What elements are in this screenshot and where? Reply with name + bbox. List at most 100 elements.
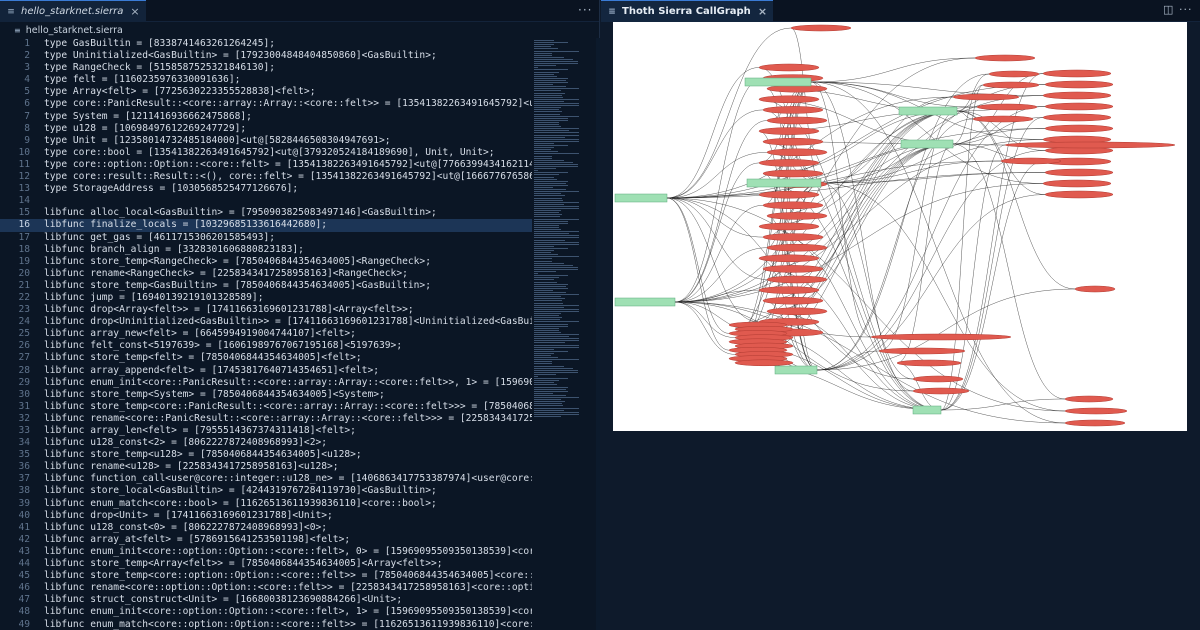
callgraph-node-function[interactable] xyxy=(614,297,676,307)
callgraph-node-libfunc[interactable] xyxy=(758,63,820,72)
callgraph-node-libfunc[interactable] xyxy=(762,137,824,146)
callgraph-node-function[interactable] xyxy=(614,193,668,203)
callgraph-node-libfunc[interactable] xyxy=(758,159,820,167)
callgraph-node-libfunc[interactable] xyxy=(766,275,828,284)
callgraph-node-function[interactable] xyxy=(774,365,818,375)
callgraph-node-function[interactable] xyxy=(900,139,954,149)
code-line[interactable]: 1 type GasBuiltin = [8338741463261264245]… xyxy=(0,38,532,50)
breadcrumb[interactable]: ≡ hello_starknet.sierra xyxy=(0,22,599,38)
callgraph-node-libfunc[interactable] xyxy=(1064,419,1126,427)
callgraph-node-libfunc[interactable] xyxy=(1000,157,1062,165)
callgraph-node-function[interactable] xyxy=(744,77,812,87)
code-line[interactable]: 32 libfunc rename<core::PanicResult::<cor… xyxy=(0,413,532,425)
code-line[interactable]: 45 libfunc store_temp<core::option::Optio… xyxy=(0,570,532,582)
callgraph-node-libfunc[interactable] xyxy=(1044,190,1114,199)
callgraph-node-libfunc[interactable] xyxy=(758,222,820,231)
code-line[interactable]: 38 libfunc store_local<GasBuiltin> = [424… xyxy=(0,485,532,497)
minimap[interactable] xyxy=(534,38,596,418)
code-editor[interactable]: 1 type GasBuiltin = [8338741463261264245]… xyxy=(0,38,532,630)
callgraph-node-libfunc[interactable] xyxy=(988,70,1040,78)
callgraph-node-libfunc[interactable] xyxy=(1042,179,1112,188)
callgraph-node-libfunc[interactable] xyxy=(870,333,1012,341)
callgraph-node-libfunc[interactable] xyxy=(1044,168,1114,177)
callgraph-node-libfunc[interactable] xyxy=(762,296,824,305)
callgraph-node-libfunc[interactable] xyxy=(982,81,1040,89)
callgraph-node-libfunc[interactable] xyxy=(758,286,820,294)
callgraph-node-libfunc[interactable] xyxy=(1064,407,1128,415)
callgraph-node-libfunc[interactable] xyxy=(1042,91,1112,100)
code-line[interactable]: 26 libfunc felt_const<5197639> = [1606198… xyxy=(0,340,532,352)
code-line[interactable]: 24 libfunc drop<Uninitialized<GasBuiltin>… xyxy=(0,316,532,328)
callgraph-node-libfunc[interactable] xyxy=(758,95,820,104)
code-line[interactable]: 46 libfunc rename<core::option::Option::<… xyxy=(0,582,532,594)
callgraph-node-libfunc[interactable] xyxy=(952,93,1020,101)
code-line[interactable]: 2 type Uninitialized<GasBuiltin> = [17923… xyxy=(0,50,532,62)
code-line[interactable]: 48 libfunc enum_init<core::option::Option… xyxy=(0,606,532,618)
callgraph-node-function[interactable] xyxy=(898,106,958,116)
callgraph-node-libfunc[interactable] xyxy=(878,347,966,355)
code-line[interactable]: 19 libfunc store_temp<RangeCheck> = [7850… xyxy=(0,256,532,268)
code-line[interactable]: 33 libfunc array_len<felt> = [79555143673… xyxy=(0,425,532,437)
code-line[interactable]: 7 type System = [1211416936662475868]; xyxy=(0,111,532,123)
callgraph-node-libfunc[interactable] xyxy=(974,54,1036,62)
callgraph-node-libfunc[interactable] xyxy=(758,254,820,263)
callgraph-node-libfunc[interactable] xyxy=(912,387,970,395)
callgraph-node-libfunc[interactable] xyxy=(734,359,794,367)
code-line[interactable]: 40 libfunc drop<Unit> = [1741166316960123… xyxy=(0,510,532,522)
code-line[interactable]: 31 libfunc store_temp<core::PanicResult::… xyxy=(0,401,532,413)
code-line[interactable]: 5 type Array<felt> = [7725630223355528838… xyxy=(0,86,532,98)
code-line[interactable]: 9 type Unit = [12358014732485184000]<ut@[… xyxy=(0,135,532,147)
callgraph-node-libfunc[interactable] xyxy=(766,116,828,125)
callgraph-node-libfunc[interactable] xyxy=(1064,395,1114,403)
code-line[interactable]: 47 libfunc struct_construct<Unit> = [1668… xyxy=(0,594,532,606)
code-line[interactable]: 41 libfunc u128_const<0> = [8062227872408… xyxy=(0,522,532,534)
callgraph-node-libfunc[interactable] xyxy=(758,127,820,135)
callgraph-node-libfunc[interactable] xyxy=(1044,124,1114,133)
code-line[interactable]: 8 type u128 = [10698497612269247729]; xyxy=(0,123,532,135)
callgraph-node-libfunc[interactable] xyxy=(1044,102,1114,111)
callgraph-node-libfunc[interactable] xyxy=(912,375,964,383)
code-line[interactable]: 35 libfunc store_temp<u128> = [7850406844… xyxy=(0,449,532,461)
code-line[interactable]: 34 libfunc u128_const<2> = [8062227872408… xyxy=(0,437,532,449)
code-line[interactable]: 22 libfunc jump = [16940139219101328589]; xyxy=(0,292,532,304)
tab-callgraph[interactable]: ≡ Thoth Sierra CallGraph × xyxy=(601,0,774,22)
callgraph-node-libfunc[interactable] xyxy=(1044,80,1114,89)
callgraph-node-libfunc[interactable] xyxy=(762,265,824,273)
code-line[interactable]: 28 libfunc array_append<felt> = [17453817… xyxy=(0,365,532,377)
code-line[interactable]: 14 xyxy=(0,195,532,207)
more-actions-icon[interactable]: ··· xyxy=(1179,3,1193,16)
code-line[interactable]: 16 libfunc finalize_locals = [10329685133… xyxy=(0,219,532,232)
callgraph-node-libfunc[interactable] xyxy=(976,103,1038,111)
callgraph-node-libfunc[interactable] xyxy=(766,148,828,157)
code-line[interactable]: 6 type core::PanicResult::<core::array::A… xyxy=(0,98,532,110)
callgraph-node-libfunc[interactable] xyxy=(762,169,824,178)
code-line[interactable]: 49 libfunc enum_match<core::option::Optio… xyxy=(0,619,532,630)
callgraph-node-libfunc[interactable] xyxy=(1042,69,1112,78)
close-icon[interactable]: × xyxy=(130,5,139,18)
code-line[interactable]: 10 type core::bool = [1354138226349164579… xyxy=(0,147,532,159)
callgraph-node-libfunc[interactable] xyxy=(762,201,824,210)
callgraph-canvas[interactable] xyxy=(613,22,1187,431)
code-line[interactable]: 23 libfunc drop<Array<felt>> = [174116631… xyxy=(0,304,532,316)
code-line[interactable]: 12 type core::result::Result::<(), core::… xyxy=(0,171,532,183)
code-line[interactable]: 13 type StorageAddress = [103056852547712… xyxy=(0,183,532,195)
vertical-scrollbar[interactable] xyxy=(596,38,600,630)
callgraph-node-libfunc[interactable] xyxy=(1004,141,1176,149)
callgraph-node-libfunc[interactable] xyxy=(766,243,828,252)
callgraph-node-libfunc[interactable] xyxy=(972,115,1034,123)
callgraph-node-libfunc[interactable] xyxy=(762,233,824,241)
breadcrumb-file[interactable]: hello_starknet.sierra xyxy=(26,25,123,36)
split-editor-icon[interactable]: ◫ xyxy=(1163,3,1173,16)
code-line[interactable]: 17 libfunc get_gas = [4611715306201585493… xyxy=(0,232,532,244)
callgraph-node-function[interactable] xyxy=(912,405,942,415)
code-line[interactable]: 25 libfunc array_new<felt> = [66459949190… xyxy=(0,328,532,340)
code-line[interactable]: 27 libfunc store_temp<felt> = [7850406844… xyxy=(0,352,532,364)
code-line[interactable]: 11 type core::option::Option::<core::felt… xyxy=(0,159,532,171)
tab-hello-starknet[interactable]: ≡ hello_starknet.sierra × xyxy=(0,0,146,22)
code-line[interactable]: 20 libfunc rename<RangeCheck> = [22583434… xyxy=(0,268,532,280)
callgraph-node-libfunc[interactable] xyxy=(790,24,852,32)
code-line[interactable]: 21 libfunc store_temp<GasBuiltin> = [7850… xyxy=(0,280,532,292)
code-line[interactable]: 3 type RangeCheck = [5158587525321846130]… xyxy=(0,62,532,74)
callgraph-node-libfunc[interactable] xyxy=(1074,285,1116,293)
callgraph-node-libfunc[interactable] xyxy=(758,190,820,199)
